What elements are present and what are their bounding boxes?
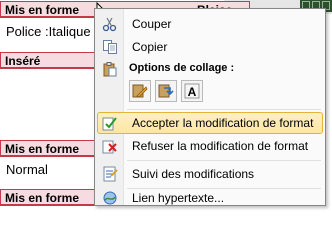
scissors-icon xyxy=(102,17,117,32)
paste-merge-formatting-button[interactable] xyxy=(155,80,177,102)
revision-balloon[interactable]: Mis en forme xyxy=(0,189,96,205)
balloon-label: Mis en forme xyxy=(5,142,80,156)
revision-line xyxy=(0,156,96,157)
menu-item-accept-format-change[interactable]: Accepter la modification de format xyxy=(97,112,323,134)
paste-text-only-button[interactable]: A xyxy=(181,80,203,102)
revision-line xyxy=(0,68,96,69)
paste-keep-source-icon xyxy=(132,84,148,98)
accept-change-icon xyxy=(102,117,117,131)
revision-line xyxy=(0,17,96,18)
paste-keep-source-button[interactable] xyxy=(129,80,151,102)
menu-item-label: Accepter la modification de format xyxy=(132,116,314,130)
revision-line xyxy=(0,205,96,206)
clipboard-icon xyxy=(103,62,117,77)
menu-item-label: Refuser la modification de format xyxy=(132,139,309,153)
copy-icon xyxy=(103,40,117,54)
menu-item-track-changes[interactable]: Suivi des modifications xyxy=(97,163,323,185)
menu-item-label: Suivi des modifications xyxy=(132,167,255,181)
menu-item-cut[interactable]: Couper xyxy=(97,13,323,35)
track-changes-icon xyxy=(103,166,118,182)
menu-item-label: Couper xyxy=(132,17,172,31)
menu-item-copy[interactable]: Copier xyxy=(97,36,323,58)
menu-separator xyxy=(127,109,321,110)
menu-item-hyperlink[interactable]: Lien hypertexte... xyxy=(97,189,323,206)
document-text: Police :Italique xyxy=(6,24,91,39)
balloon-label: Mis en forme xyxy=(5,191,80,205)
menu-item-label: Copier xyxy=(132,40,168,54)
menu-item-reject-format-change[interactable]: Refuser la modification de format xyxy=(97,135,323,157)
context-menu: Couper Copier Options de collage : A Acc… xyxy=(94,8,326,206)
paste-merge-icon xyxy=(158,84,174,98)
balloon-label: Mis en forme xyxy=(5,3,80,17)
hyperlink-icon xyxy=(103,191,117,205)
menu-separator xyxy=(127,160,321,161)
reject-change-icon xyxy=(102,140,117,154)
document-text: Normal xyxy=(6,162,48,177)
paste-options-heading: Options de collage : xyxy=(129,62,235,74)
revision-balloon[interactable]: Mis en forme xyxy=(0,140,96,156)
paste-text-only-icon: A xyxy=(184,83,200,99)
balloon-label: Inséré xyxy=(5,54,41,68)
revision-balloon[interactable]: Inséré xyxy=(0,52,96,68)
paste-text-only-glyph: A xyxy=(188,85,197,99)
menu-item-label: Lien hypertexte... xyxy=(132,191,225,205)
